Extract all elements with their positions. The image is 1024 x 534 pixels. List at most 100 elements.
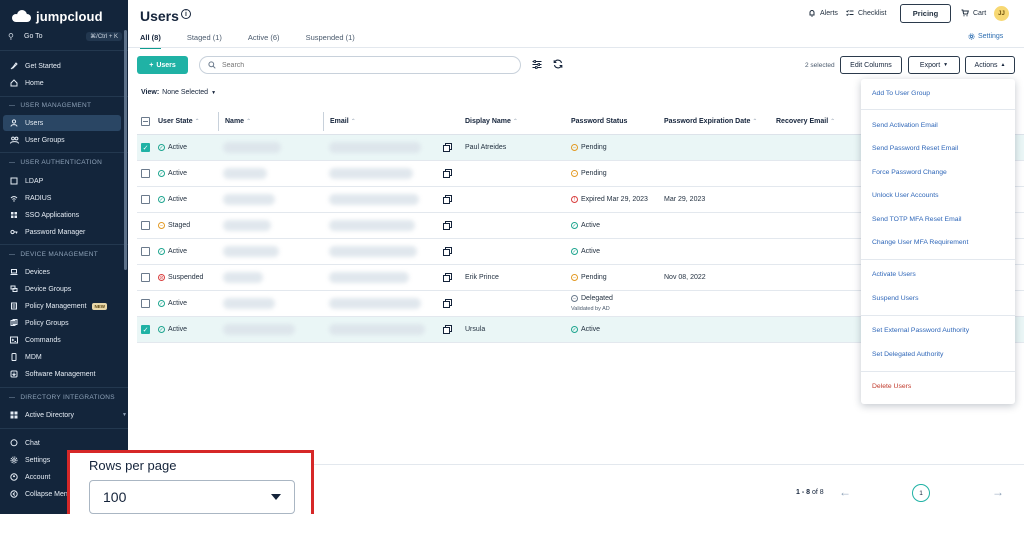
name-cell-redacted[interactable] bbox=[223, 142, 281, 153]
email-cell-redacted[interactable] bbox=[329, 324, 425, 335]
name-cell-redacted[interactable] bbox=[223, 168, 267, 179]
email-cell-redacted[interactable] bbox=[329, 142, 421, 153]
brand-logo[interactable]: jumpcloud bbox=[10, 7, 103, 25]
column-recovery-email[interactable]: Recovery Email ⌃ bbox=[776, 118, 835, 125]
sidebar-item-chat[interactable]: Chat bbox=[3, 435, 121, 451]
sidebar-section-device-management[interactable]: — DEVICE MANAGEMENT bbox=[9, 251, 98, 258]
sidebar-item-password-manager[interactable]: Password Manager bbox=[3, 224, 121, 240]
settings-link[interactable]: Settings bbox=[968, 33, 1003, 40]
row-checkbox[interactable] bbox=[141, 169, 150, 178]
cart-link[interactable]: Cart bbox=[961, 9, 986, 17]
column-email[interactable]: Email ⌃ bbox=[330, 118, 356, 125]
column-separator[interactable] bbox=[323, 112, 324, 131]
search-field[interactable] bbox=[199, 56, 521, 74]
info-icon[interactable]: i bbox=[181, 9, 191, 19]
row-checkbox[interactable]: ✓ bbox=[141, 325, 150, 334]
menu-item-set-delegated-authority[interactable]: Set Delegated Authority bbox=[872, 351, 943, 358]
copy-icon[interactable] bbox=[443, 195, 452, 204]
column-password-status[interactable]: Password Status bbox=[571, 118, 627, 125]
sidebar-item-home[interactable]: Home bbox=[3, 75, 121, 91]
email-cell-redacted[interactable] bbox=[329, 194, 419, 205]
devices-group-icon bbox=[9, 284, 19, 294]
menu-item-unlock-user-accounts[interactable]: Unlock User Accounts bbox=[872, 192, 939, 199]
copy-icon[interactable] bbox=[443, 143, 452, 152]
column-name[interactable]: Name ⌃ bbox=[225, 118, 251, 125]
column-password-expiration-date[interactable]: Password Expiration Date ⌃ bbox=[664, 118, 757, 125]
row-checkbox[interactable] bbox=[141, 299, 150, 308]
email-cell-redacted[interactable] bbox=[329, 246, 417, 257]
menu-item-send-activation-email[interactable]: Send Activation Email bbox=[872, 122, 938, 129]
row-checkbox[interactable] bbox=[141, 195, 150, 204]
alerts-link[interactable]: Alerts bbox=[808, 9, 838, 17]
menu-item-suspend-users[interactable]: Suspend Users bbox=[872, 295, 918, 302]
sidebar-item-mdm[interactable]: MDM bbox=[3, 349, 121, 365]
menu-item-force-password-change[interactable]: Force Password Change bbox=[872, 169, 947, 176]
copy-icon[interactable] bbox=[443, 169, 452, 178]
add-users-button[interactable]: + Users bbox=[137, 56, 188, 74]
avatar[interactable]: JJ bbox=[994, 6, 1009, 21]
sidebar-item-radius[interactable]: RADIUS bbox=[3, 190, 121, 206]
menu-item-change-user-mfa-requirement[interactable]: Change User MFA Requirement bbox=[872, 239, 968, 246]
email-cell-redacted[interactable] bbox=[329, 298, 421, 309]
column-user-state[interactable]: User State ⌃ bbox=[158, 118, 200, 125]
name-cell-redacted[interactable] bbox=[223, 194, 275, 205]
sidebar-section-user-authentication[interactable]: — USER AUTHENTICATION bbox=[9, 159, 102, 166]
sidebar-item-user-groups[interactable]: User Groups bbox=[3, 132, 121, 148]
email-cell-redacted[interactable] bbox=[329, 272, 409, 283]
select-all-checkbox[interactable] bbox=[141, 117, 150, 126]
pricing-button[interactable]: Pricing bbox=[900, 4, 951, 23]
name-cell-redacted[interactable] bbox=[223, 272, 263, 283]
refresh-icon[interactable] bbox=[552, 58, 564, 70]
copy-icon[interactable] bbox=[443, 273, 452, 282]
sidebar-section-directory-integrations[interactable]: — DIRECTORY INTEGRATIONS bbox=[9, 394, 115, 401]
sidebar-scrollbar[interactable] bbox=[124, 30, 127, 270]
row-checkbox[interactable] bbox=[141, 221, 150, 230]
filter-icon[interactable] bbox=[531, 58, 543, 70]
email-cell-redacted[interactable] bbox=[329, 220, 415, 231]
sidebar-item-sso-applications[interactable]: SSO Applications bbox=[3, 207, 121, 223]
export-button[interactable]: Export ▼ bbox=[908, 56, 960, 74]
sidebar-item-policy-management[interactable]: Policy Management NEW bbox=[3, 298, 121, 314]
sidebar-item-commands[interactable]: Commands bbox=[3, 332, 121, 348]
sidebar-item-software-management[interactable]: Software Management bbox=[3, 366, 121, 382]
column-display-name[interactable]: Display Name ⌃ bbox=[465, 118, 518, 125]
name-cell-redacted[interactable] bbox=[223, 220, 271, 231]
next-page-icon[interactable]: → bbox=[992, 485, 1004, 499]
email-cell-redacted[interactable] bbox=[329, 168, 413, 179]
sidebar-item-ldap[interactable]: LDAP bbox=[3, 173, 121, 189]
sidebar-item-get-started[interactable]: Get Started bbox=[3, 58, 121, 74]
menu-item-send-password-reset-email[interactable]: Send Password Reset Email bbox=[872, 145, 958, 152]
copy-icon[interactable] bbox=[443, 221, 452, 230]
sidebar-item-policy-groups[interactable]: Policy Groups bbox=[3, 315, 121, 331]
goto-button[interactable]: ⚲ Go To ⌘/Ctrl + K bbox=[8, 29, 122, 43]
column-separator[interactable] bbox=[218, 112, 219, 131]
scroll-down-icon[interactable]: ▼ bbox=[122, 412, 127, 418]
rows-per-page-select[interactable]: 100 bbox=[89, 480, 295, 514]
row-checkbox[interactable] bbox=[141, 273, 150, 282]
sidebar-item-device-groups[interactable]: Device Groups bbox=[3, 281, 121, 297]
copy-icon[interactable] bbox=[443, 325, 452, 334]
menu-item-activate-users[interactable]: Activate Users bbox=[872, 271, 916, 278]
name-cell-redacted[interactable] bbox=[223, 324, 295, 335]
name-cell-redacted[interactable] bbox=[223, 246, 279, 257]
name-cell-redacted[interactable] bbox=[223, 298, 275, 309]
menu-item-send-totp-mfa-reset-email[interactable]: Send TOTP MFA Reset Email bbox=[872, 216, 962, 223]
row-checkbox[interactable]: ✓ bbox=[141, 143, 150, 152]
sidebar-section-user-management[interactable]: — USER MANAGEMENT bbox=[9, 102, 91, 109]
actions-button[interactable]: Actions ▲ bbox=[965, 56, 1015, 74]
menu-item-add-to-user-group[interactable]: Add To User Group bbox=[872, 90, 930, 97]
copy-icon[interactable] bbox=[443, 299, 452, 308]
previous-page-icon[interactable]: ← bbox=[839, 485, 851, 499]
row-checkbox[interactable] bbox=[141, 247, 150, 256]
view-selector[interactable]: View: None Selected ▼ bbox=[141, 89, 216, 96]
page-number-button[interactable]: 1 bbox=[912, 484, 930, 502]
menu-item-delete-users[interactable]: Delete Users bbox=[872, 383, 911, 390]
menu-item-set-external-password-authority[interactable]: Set External Password Authority bbox=[872, 327, 969, 334]
sidebar-item-active-directory[interactable]: Active Directory bbox=[3, 407, 121, 423]
checklist-link[interactable]: Checklist bbox=[846, 9, 886, 17]
edit-columns-button[interactable]: Edit Columns bbox=[840, 56, 902, 74]
search-input[interactable] bbox=[222, 61, 502, 69]
sidebar-item-users[interactable]: Users bbox=[3, 115, 121, 131]
sidebar-item-devices[interactable]: Devices bbox=[3, 264, 121, 280]
copy-icon[interactable] bbox=[443, 247, 452, 256]
